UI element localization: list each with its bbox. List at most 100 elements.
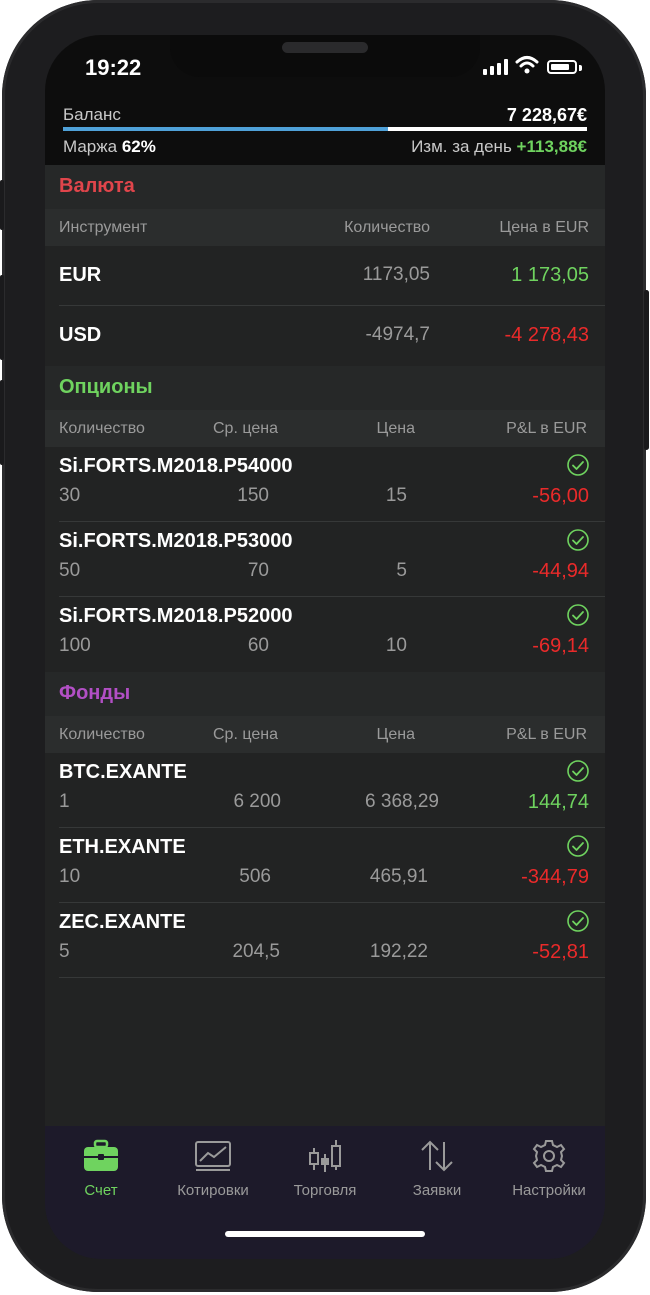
option-row[interactable]: Si.FORTS.M2018.P53000 50 70 5 -44,94 [45, 522, 605, 597]
position-quantity: 1 [59, 791, 70, 812]
battery-icon [547, 60, 577, 74]
position-quantity: 30 [59, 485, 81, 506]
position-price: 15 [385, 485, 407, 506]
check-circle-icon [567, 835, 589, 857]
speaker-grille [282, 42, 368, 53]
position-pl: -44,94 [532, 560, 589, 582]
margin-value: 62% [121, 137, 156, 156]
position-pl: -69,14 [532, 635, 589, 657]
check-circle-icon [567, 454, 589, 476]
currency-column-headers: Инструмент Количество Цена в EUR [45, 209, 605, 246]
balance-label: Баланс [63, 105, 121, 124]
section-title-funds: Фонды [59, 682, 131, 704]
funds-column-headers: Количество Ср. цена Цена P&L в EUR [45, 716, 605, 753]
currency-name: USD [59, 324, 102, 346]
position-quantity: 5 [59, 941, 70, 962]
header-price: Цена [376, 420, 415, 437]
position-avg-price: 506 [239, 866, 271, 887]
currency-row[interactable]: EUR 1173,05 1 173,05 [45, 246, 605, 306]
balance-panel: Баланс 7 228,67€ Маржа 62% Изм. за день … [45, 105, 605, 165]
instrument-name: ZEC.EXANTE [59, 911, 186, 933]
position-price: 5 [396, 560, 407, 581]
check-circle-icon [567, 910, 589, 932]
fund-row[interactable]: ZEC.EXANTE 5 204,5 192,22 -52,81 [45, 903, 605, 978]
position-avg-price: 70 [247, 560, 269, 581]
header-quantity: Количество [344, 219, 430, 236]
currency-row[interactable]: USD -4974,7 -4 278,43 [45, 306, 605, 366]
position-quantity: 100 [59, 635, 91, 656]
instrument-name: Si.FORTS.M2018.P54000 [59, 455, 293, 477]
position-avg-price: 204,5 [232, 941, 280, 962]
tab-label: Котировки [177, 1182, 249, 1199]
briefcase-icon [84, 1139, 118, 1171]
header-quantity: Количество [59, 726, 145, 743]
header-instrument: Инструмент [59, 219, 148, 236]
position-avg-price: 60 [247, 635, 269, 656]
option-row[interactable]: Si.FORTS.M2018.P54000 30 150 15 -56,00 [45, 447, 605, 522]
home-indicator[interactable] [225, 1231, 425, 1237]
option-row[interactable]: Si.FORTS.M2018.P52000 100 60 10 -69,14 [45, 597, 605, 672]
position-pl: -52,81 [532, 941, 589, 963]
position-avg-price: 150 [237, 485, 269, 506]
margin-label: Маржа [63, 137, 118, 156]
phone-side-button [0, 180, 4, 230]
position-price: 465,91 [369, 866, 428, 887]
tab-label: Счет [84, 1182, 118, 1199]
day-change-label: Изм. за день [411, 137, 512, 156]
position-price: 6 368,29 [365, 791, 439, 812]
gear-icon [532, 1140, 566, 1172]
position-avg-price: 6 200 [233, 791, 281, 812]
section-options: Опционы [45, 366, 605, 410]
position-pl: -344,79 [521, 866, 589, 888]
check-circle-icon [567, 529, 589, 551]
position-quantity: 50 [59, 560, 81, 581]
battery-nub [579, 65, 582, 71]
currency-price: 1 173,05 [511, 264, 589, 286]
tab-account[interactable]: Счет [45, 1126, 157, 1216]
fund-row[interactable]: ETH.EXANTE 10 506 465,91 -344,79 [45, 828, 605, 903]
tab-label: Заявки [412, 1182, 462, 1199]
margin-bar-fill [63, 127, 388, 131]
margin-bar [63, 127, 587, 131]
tab-trading[interactable]: Торговля [269, 1126, 381, 1216]
tab-label: Торговля [293, 1182, 357, 1199]
tab-settings[interactable]: Настройки [493, 1126, 605, 1216]
chart-icon [195, 1141, 231, 1171]
tab-orders[interactable]: Заявки [381, 1126, 493, 1216]
check-circle-icon [567, 760, 589, 782]
position-pl: -56,00 [532, 485, 589, 507]
day-change-value: +113,88€ [516, 137, 587, 156]
tab-bar: Счет Котировки Торговля Заявки Настройки [45, 1126, 605, 1259]
position-pl: 144,74 [527, 791, 589, 813]
instrument-name: Si.FORTS.M2018.P53000 [59, 530, 293, 552]
header-price: Цена [376, 726, 415, 743]
instrument-name: BTC.EXANTE [59, 761, 187, 783]
candlestick-icon [309, 1140, 341, 1172]
section-title-currency: Валюта [59, 175, 135, 197]
section-funds: Фонды [45, 672, 605, 716]
currency-quantity: -4974,7 [365, 324, 430, 345]
tab-label: Настройки [512, 1182, 586, 1199]
header-avg-price: Ср. цена [213, 726, 278, 743]
tab-quotes[interactable]: Котировки [157, 1126, 269, 1216]
phone-volume-up [0, 275, 4, 360]
day-change-text: Изм. за день +113,88€ [411, 137, 587, 157]
position-quantity: 10 [59, 866, 81, 887]
balance-value: 7 228,67€ [506, 105, 587, 125]
header-avg-price: Ср. цена [213, 420, 278, 437]
currency-quantity: 1173,05 [362, 264, 430, 285]
header-pl-eur: P&L в EUR [506, 420, 587, 437]
phone-volume-down [0, 380, 4, 465]
section-currency: Валюта [45, 165, 605, 209]
currency-name: EUR [59, 264, 102, 286]
header-pl-eur: P&L в EUR [506, 726, 587, 743]
fund-row[interactable]: BTC.EXANTE 1 6 200 6 368,29 144,74 [45, 753, 605, 828]
options-column-headers: Количество Ср. цена Цена P&L в EUR [45, 410, 605, 447]
section-title-options: Опционы [59, 376, 153, 398]
header-price-eur: Цена в EUR [499, 219, 589, 236]
margin-text: Маржа 62% [63, 137, 156, 157]
phone-power-button [644, 290, 649, 450]
position-price: 192,22 [369, 941, 428, 962]
currency-price: -4 278,43 [504, 324, 589, 346]
instrument-name: Si.FORTS.M2018.P52000 [59, 605, 293, 627]
